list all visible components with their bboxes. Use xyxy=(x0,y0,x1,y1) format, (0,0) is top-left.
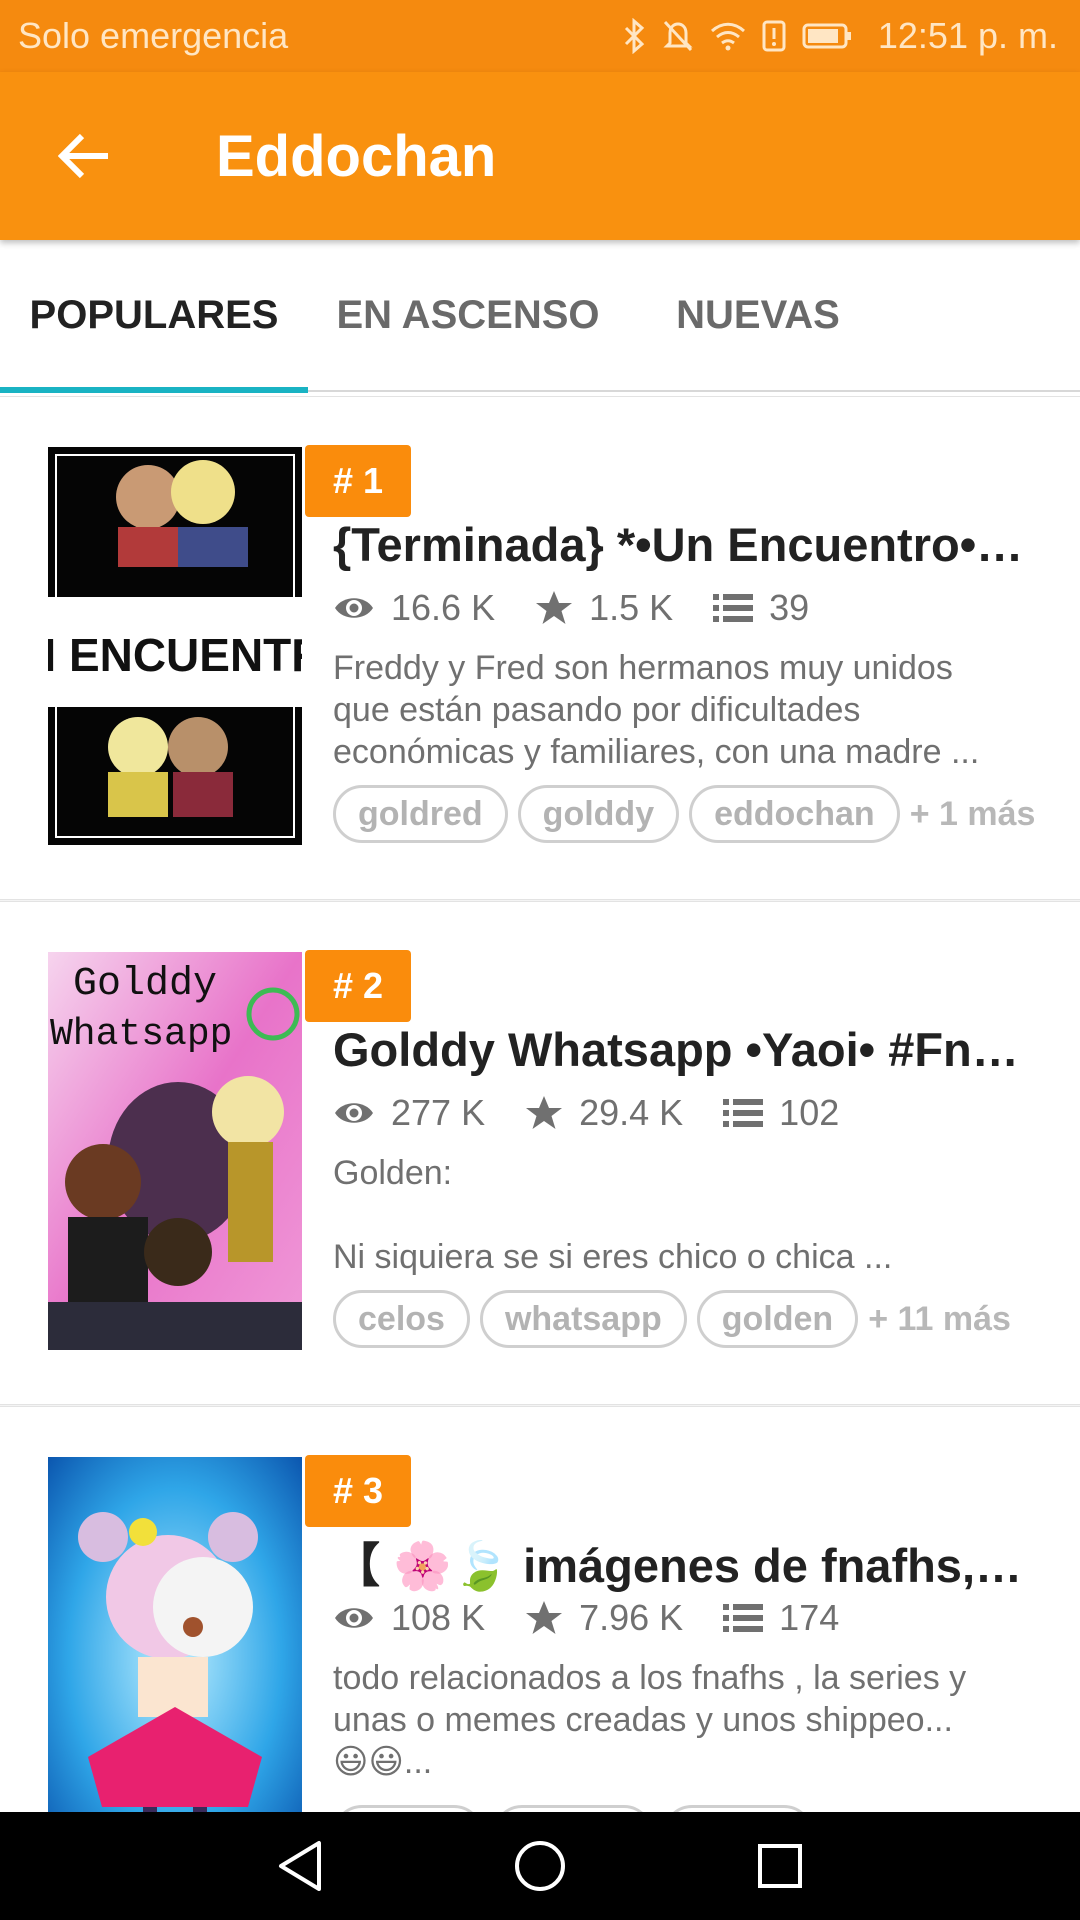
tag-list xyxy=(333,1805,823,1812)
views-stat: 108 K xyxy=(333,1597,485,1639)
bluetooth-icon xyxy=(622,18,646,54)
story-card[interactable]: Golddy Whatsapp # 2 Golddy Whatsapp •Yao… xyxy=(0,901,1080,1405)
parts-stat: 39 xyxy=(713,587,809,629)
status-icons: 12:51 p. m. xyxy=(622,15,1058,57)
votes-stat: 1.5 K xyxy=(535,587,673,629)
story-cover[interactable]: Golddy Whatsapp xyxy=(48,952,302,1350)
mute-icon xyxy=(662,19,694,53)
page-title: Eddochan xyxy=(216,123,497,189)
story-stats: 16.6 K 1.5 K 39 xyxy=(333,583,849,633)
votes-count: 29.4 K xyxy=(579,1092,684,1133)
tag-chip[interactable]: goldred xyxy=(333,785,508,843)
tag-chip[interactable] xyxy=(333,1805,483,1812)
triangle-back-icon xyxy=(279,1841,321,1891)
carrier-text: Solo emergencia xyxy=(18,15,289,56)
tag-chip[interactable]: golddy xyxy=(517,785,680,843)
views-count: 16.6 K xyxy=(391,587,496,628)
views-count: 277 K xyxy=(391,1092,486,1133)
story-title[interactable]: Golddy Whatsapp •Yaoi• #Fnaf... xyxy=(333,1022,1033,1077)
more-tags-link[interactable]: + 1 más xyxy=(910,795,1036,834)
cover-text-1: Golddy xyxy=(73,962,217,1007)
star-icon xyxy=(536,591,573,624)
tab-nuevas[interactable]: NUEVAS xyxy=(638,239,878,391)
star-icon xyxy=(526,1096,563,1129)
story-card[interactable]: # 3 【 🌸🍃 imágenes de fnafhs, m... 108 K … xyxy=(0,1406,1080,1812)
story-title[interactable]: {Terminada} *•Un Encuentro•* [... xyxy=(333,517,1033,572)
rank-badge: # 3 xyxy=(305,1455,411,1527)
story-description: Freddy y Fred son hermanos muy unidos qu… xyxy=(333,649,980,771)
story-list[interactable]: UN ENCUENTRO # 1 {Terminada} *•Un Encuen… xyxy=(0,396,1080,1812)
parts-stat: 102 xyxy=(723,1092,839,1134)
battery-icon xyxy=(802,22,854,50)
app-bar: Eddochan xyxy=(0,72,1080,240)
views-stat: 277 K xyxy=(333,1092,485,1134)
story-cover[interactable] xyxy=(48,1457,302,1812)
tab-en-ascenso[interactable]: EN ASCENSO xyxy=(308,239,628,391)
eye-icon xyxy=(335,1608,373,1628)
tag-chip[interactable]: celos xyxy=(333,1290,470,1348)
votes-count: 7.96 K xyxy=(579,1597,684,1638)
nav-recents-button[interactable] xyxy=(720,1812,840,1920)
votes-stat: 7.96 K xyxy=(525,1597,683,1639)
nav-back-button[interactable] xyxy=(240,1812,360,1920)
more-tags-link[interactable]: + 11 más xyxy=(868,1300,1011,1339)
tag-chip[interactable] xyxy=(493,1805,653,1812)
rank-badge: # 2 xyxy=(305,950,411,1022)
tag-chip[interactable]: golden xyxy=(696,1290,859,1348)
list-icon xyxy=(713,594,754,622)
nav-home-button[interactable] xyxy=(480,1812,600,1920)
story-stats: 277 K 29.4 K 102 xyxy=(333,1088,879,1138)
tab-bar: POPULARES EN ASCENSO NUEVAS xyxy=(0,239,1080,393)
votes-count: 1.5 K xyxy=(589,587,674,628)
alert-icon xyxy=(762,20,786,52)
cover-title-text: UN ENCUENTRO xyxy=(48,629,302,681)
story-card[interactable]: UN ENCUENTRO # 1 {Terminada} *•Un Encuen… xyxy=(0,396,1080,900)
eye-icon xyxy=(335,1103,373,1123)
tag-chip[interactable]: whatsapp xyxy=(479,1290,687,1348)
arrow-left-icon xyxy=(58,133,108,179)
story-stats: 108 K 7.96 K 174 xyxy=(333,1593,879,1643)
story-title[interactable]: 【 🌸🍃 imágenes de fnafhs, m... xyxy=(333,1527,1033,1596)
parts-count: 102 xyxy=(779,1092,840,1133)
system-nav-bar xyxy=(0,1812,1080,1920)
cover-text-2: Whatsapp xyxy=(50,1013,232,1056)
clock: 12:51 p. m. xyxy=(877,15,1058,56)
circle-home-icon xyxy=(515,1841,565,1891)
story-cover[interactable]: UN ENCUENTRO xyxy=(48,447,302,845)
parts-count: 174 xyxy=(779,1597,840,1638)
list-icon xyxy=(723,1099,764,1127)
tag-list: celos whatsapp golden + 11 más xyxy=(333,1290,1011,1348)
list-icon xyxy=(723,1604,764,1632)
rank-badge: # 1 xyxy=(305,445,411,517)
tag-list: goldred golddy eddochan + 1 más xyxy=(333,785,1035,843)
wifi-icon xyxy=(710,21,746,51)
tag-chip[interactable] xyxy=(663,1805,813,1812)
votes-stat: 29.4 K xyxy=(525,1092,683,1134)
story-description: Golden: Ni siquiera se si eres chico o c… xyxy=(333,1154,893,1276)
square-recents-icon xyxy=(758,1844,802,1888)
tab-populares[interactable]: POPULARES xyxy=(0,239,308,393)
story-description: todo relacionados a los fnafhs , la seri… xyxy=(333,1659,967,1781)
parts-count: 39 xyxy=(769,587,810,628)
views-stat: 16.6 K xyxy=(333,587,495,629)
eye-icon xyxy=(335,598,373,618)
parts-stat: 174 xyxy=(723,1597,839,1639)
views-count: 108 K xyxy=(391,1597,486,1638)
tag-chip[interactable]: eddochan xyxy=(689,785,900,843)
star-icon xyxy=(526,1601,563,1634)
status-bar: Solo emergencia 12:51 p. m. xyxy=(0,0,1080,72)
back-button[interactable] xyxy=(24,96,144,216)
